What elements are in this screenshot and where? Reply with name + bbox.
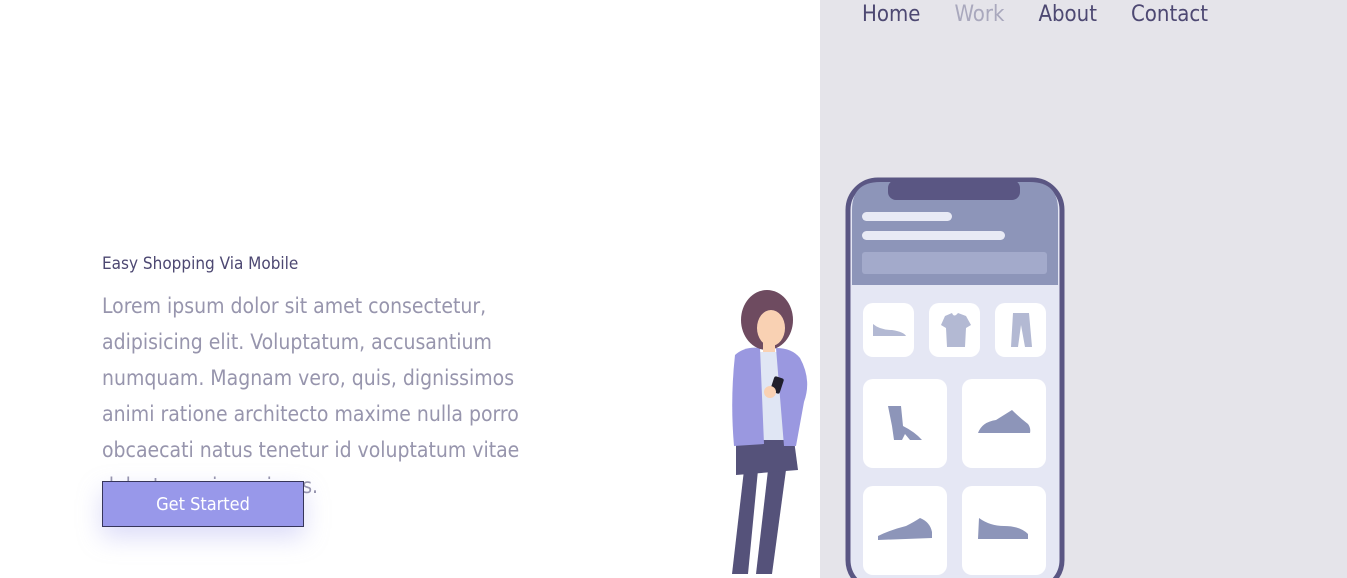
pants-icon xyxy=(995,303,1046,357)
boot-icon xyxy=(863,379,947,468)
nav-about[interactable]: About xyxy=(1038,2,1097,28)
phone-illustration xyxy=(845,177,1065,578)
nav-work[interactable]: Work xyxy=(954,2,1004,28)
hero-subtitle: Easy Shopping Via Mobile xyxy=(102,254,299,274)
hero-description: Lorem ipsum dolor sit amet consectetur, … xyxy=(102,294,520,498)
get-started-button[interactable]: Get Started xyxy=(102,481,304,527)
shopping-illustration xyxy=(732,177,1065,578)
main-nav: Home Work About Contact xyxy=(862,0,1208,30)
nav-contact[interactable]: Contact xyxy=(1131,2,1208,28)
hero-section: Easy Shopping Via Mobile Lorem ipsum dol… xyxy=(102,254,522,504)
nav-home[interactable]: Home xyxy=(862,2,920,28)
woman-illustration xyxy=(732,290,808,574)
